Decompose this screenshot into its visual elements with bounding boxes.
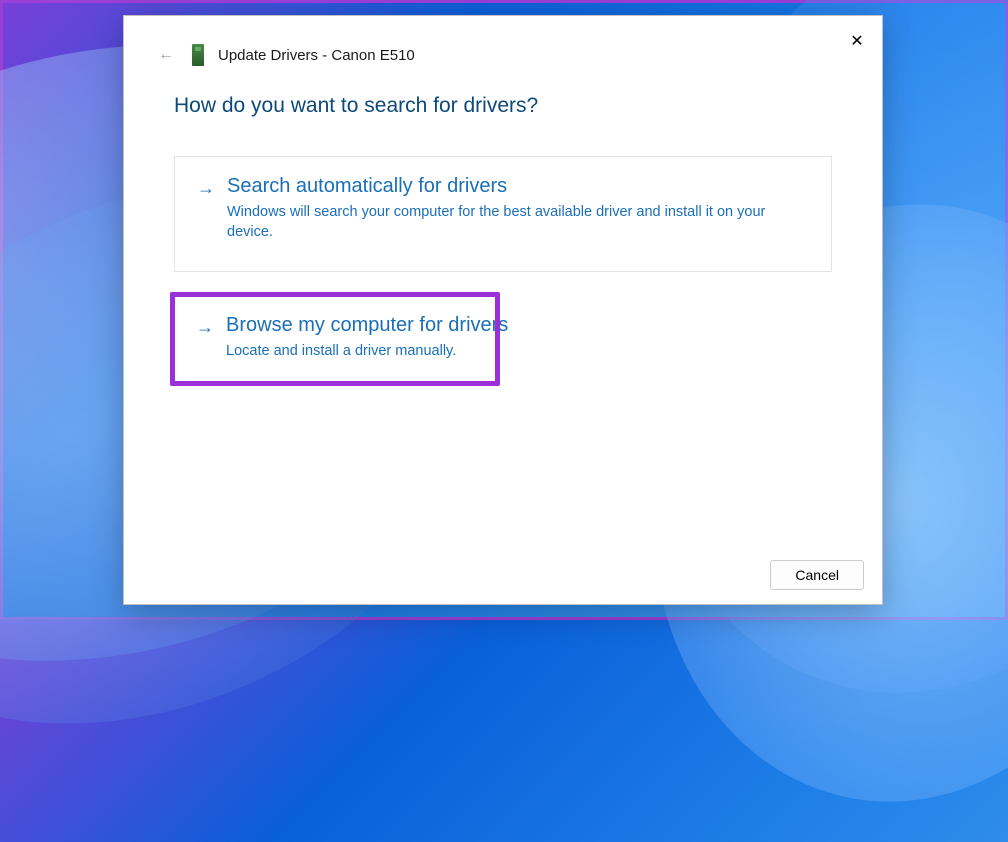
arrow-right-icon: → <box>197 175 215 201</box>
option-browse-computer[interactable]: → Browse my computer for drivers Locate … <box>174 296 832 379</box>
update-drivers-dialog: ✕ ← Update Drivers - Canon E510 How do y… <box>123 15 883 605</box>
dialog-header: ← Update Drivers - Canon E510 <box>124 16 882 66</box>
close-icon: ✕ <box>850 31 863 51</box>
option-description: Windows will search your computer for th… <box>227 202 809 243</box>
arrow-right-icon: → <box>196 314 214 340</box>
page-heading: How do you want to search for drivers? <box>174 94 832 118</box>
window-title: Update Drivers - Canon E510 <box>218 47 415 64</box>
back-button[interactable]: ← <box>158 46 178 64</box>
option-title: Browse my computer for drivers <box>226 314 810 337</box>
close-button[interactable]: ✕ <box>842 26 872 56</box>
option-search-automatically[interactable]: → Search automatically for drivers Windo… <box>174 156 832 272</box>
dialog-content: How do you want to search for drivers? →… <box>124 66 882 546</box>
back-arrow-icon: ← <box>158 46 174 63</box>
cancel-button[interactable]: Cancel <box>770 560 864 590</box>
option-title: Search automatically for drivers <box>227 175 809 198</box>
device-icon <box>192 44 204 66</box>
dialog-footer: Cancel <box>124 546 882 604</box>
option-description: Locate and install a driver manually. <box>226 341 810 361</box>
